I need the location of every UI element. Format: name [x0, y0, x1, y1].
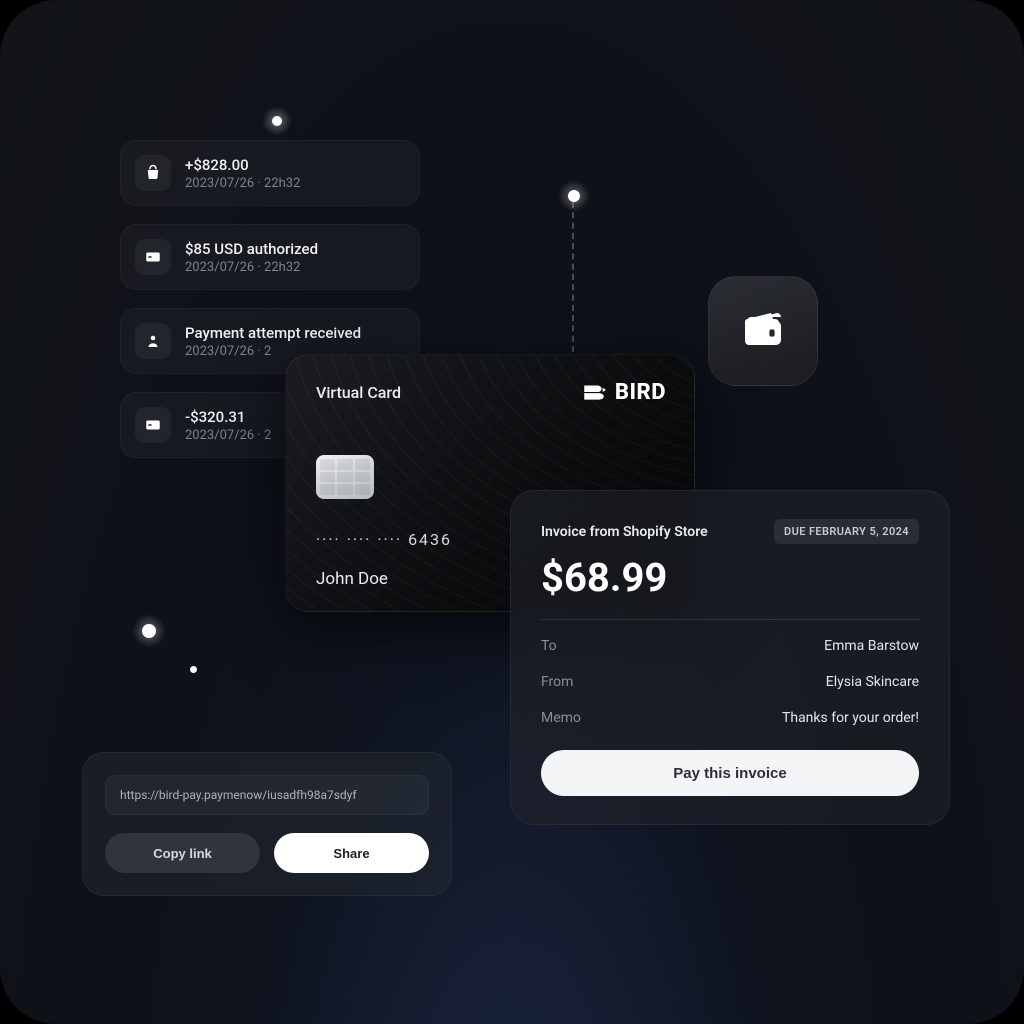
copy-link-label: Copy link — [153, 846, 212, 861]
invoice-to-value: Emma Barstow — [824, 638, 919, 654]
card-chip-icon — [316, 455, 374, 499]
invoice-amount: $68.99 — [541, 554, 919, 601]
transaction-title: +$828.00 — [185, 156, 300, 174]
transaction-item[interactable]: +$828.00 2023/07/26 · 22h32 — [120, 140, 420, 206]
invoice-title: Invoice from Shopify Store — [541, 524, 708, 540]
card-brand-text: BIRD — [615, 380, 666, 405]
transaction-item[interactable]: $85 USD authorized 2023/07/26 · 22h32 — [120, 224, 420, 290]
invoice-memo-label: Memo — [541, 710, 581, 726]
transaction-title: $85 USD authorized — [185, 240, 318, 258]
invoice-panel: Invoice from Shopify Store DUE FEBRUARY … — [510, 490, 950, 825]
card-brand: BIRD — [581, 379, 666, 405]
decor-dot — [142, 624, 156, 638]
basket-icon — [135, 155, 171, 191]
invoice-from-value: Elysia Skincare — [826, 674, 919, 690]
share-label: Share — [333, 846, 369, 861]
decor-vertical-line — [572, 202, 574, 352]
invoice-row-from: From Elysia Skincare — [541, 664, 919, 700]
card-icon — [135, 239, 171, 275]
pay-invoice-button[interactable]: Pay this invoice — [541, 750, 919, 796]
card-number: ···· ···· ···· 6436 — [316, 530, 452, 549]
card-icon — [135, 407, 171, 443]
invoice-to-label: To — [541, 638, 557, 654]
copy-link-button[interactable]: Copy link — [105, 833, 260, 873]
share-url-text: https://bird-pay.paymenow/iusadfh98a7sdy… — [120, 788, 357, 802]
transaction-subtitle: 2023/07/26 · 2 — [185, 428, 271, 443]
canvas: +$828.00 2023/07/26 · 22h32 $85 USD auth… — [0, 0, 1024, 1024]
decor-dot — [190, 666, 197, 673]
wallet-tile[interactable] — [708, 276, 818, 386]
transaction-subtitle: 2023/07/26 · 22h32 — [185, 260, 318, 275]
pay-invoice-button-label: Pay this invoice — [673, 765, 786, 782]
invoice-due-badge: DUE FEBRUARY 5, 2024 — [774, 519, 919, 544]
transaction-title: -$320.31 — [185, 408, 271, 426]
invoice-row-memo: Memo Thanks for your order! — [541, 700, 919, 736]
decor-dot — [568, 190, 580, 202]
share-button[interactable]: Share — [274, 833, 429, 873]
transaction-subtitle: 2023/07/26 · 22h32 — [185, 176, 300, 191]
share-url-field[interactable]: https://bird-pay.paymenow/iusadfh98a7sdy… — [105, 775, 429, 815]
invoice-memo-value: Thanks for your order! — [782, 710, 919, 726]
wallet-icon — [739, 305, 787, 357]
invoice-row-to: To Emma Barstow — [541, 628, 919, 664]
transaction-title: Payment attempt received — [185, 324, 361, 342]
person-icon — [135, 323, 171, 359]
card-holder-name: John Doe — [316, 569, 388, 589]
divider — [541, 619, 919, 620]
decor-dot — [272, 116, 282, 126]
share-panel: https://bird-pay.paymenow/iusadfh98a7sdy… — [82, 752, 452, 896]
bird-logo-icon — [581, 379, 607, 405]
invoice-from-label: From — [541, 674, 573, 690]
